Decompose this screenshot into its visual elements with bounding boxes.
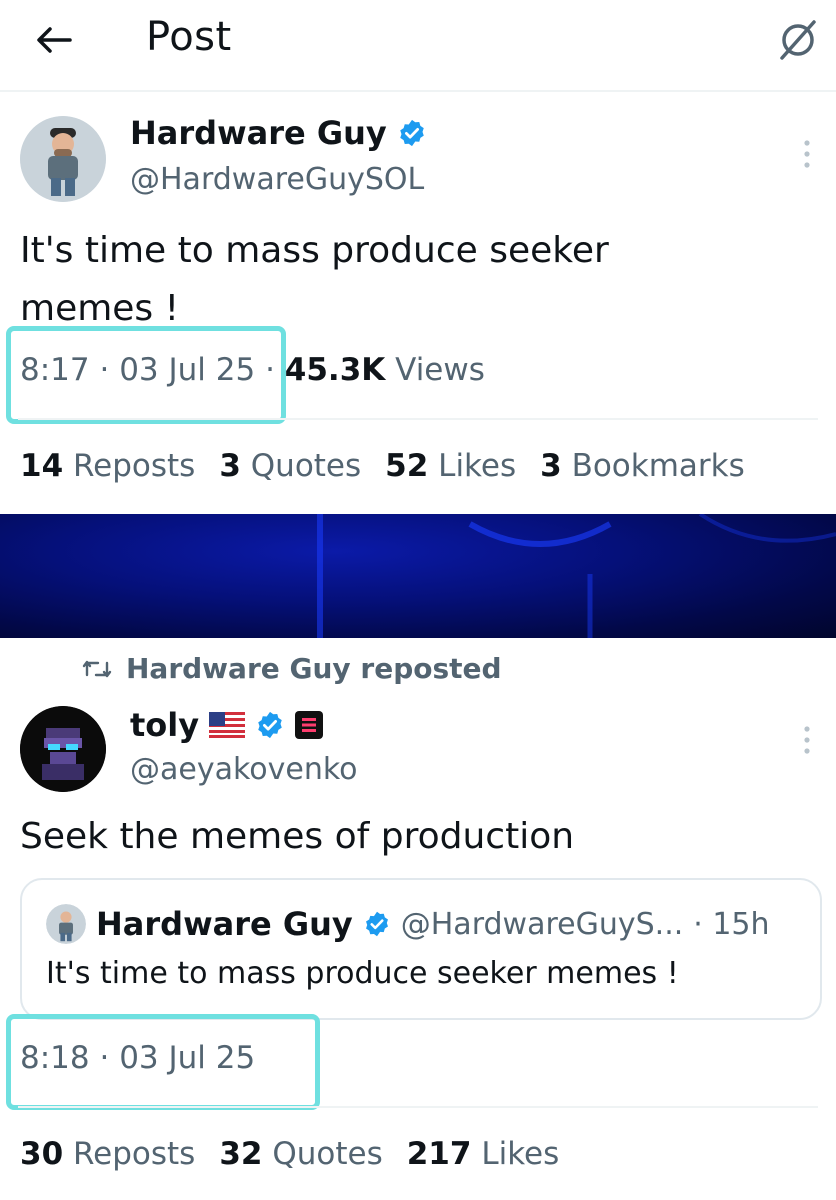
back-button[interactable] (30, 18, 78, 62)
reposts-stat[interactable]: 30 Reposts (20, 1136, 195, 1172)
quotes-stat[interactable]: 32 Quotes (219, 1136, 382, 1172)
more-vertical-icon (804, 726, 810, 754)
post-text-line-1: It's time to mass produce seeker (20, 230, 609, 271)
verified-badge-icon (258, 711, 282, 739)
quoted-post-age: · 15h (693, 906, 770, 942)
back-arrow-icon (37, 27, 72, 53)
decorative-banner-image (0, 514, 836, 638)
timestamp-highlight-box (6, 1014, 320, 1110)
page-title: Post (146, 14, 232, 60)
toly-name[interactable]: toly (130, 706, 199, 744)
views-count: 45.3K (284, 352, 386, 388)
quoted-post-header: Hardware Guy @HardwareGuyS... · 15h (46, 904, 770, 944)
quoted-post-text: It's time to mass produce seeker memes ! (46, 956, 679, 991)
divider (18, 418, 818, 420)
quoted-author-handle: @HardwareGuyS... (400, 906, 684, 942)
bookmarks-stat[interactable]: 3 Bookmarks (540, 448, 745, 484)
author-avatar[interactable] (20, 116, 106, 202)
views-label: Views (395, 352, 485, 388)
quotes-stat[interactable]: 3 Quotes (219, 448, 361, 484)
avatar-illustration (20, 116, 106, 202)
quoted-author-avatar (46, 904, 86, 944)
toly-avatar[interactable] (20, 706, 106, 792)
reposts-stat[interactable]: 14 Reposts (20, 448, 195, 484)
timestamp-highlight-box (6, 326, 286, 424)
repost-icon (82, 660, 112, 677)
repost-more-button[interactable] (792, 718, 822, 762)
toly-handle[interactable]: @aeyakovenko (130, 752, 358, 787)
top-bar: Post (0, 0, 836, 92)
post-more-button[interactable] (792, 132, 822, 176)
toly-name-row: toly (130, 706, 324, 744)
grok-icon (780, 20, 816, 60)
author-name-row: Hardware Guy (130, 114, 427, 152)
quoted-post-card[interactable]: Hardware Guy @HardwareGuyS... · 15h It's… (20, 878, 822, 1020)
likes-stat[interactable]: 217 Likes (407, 1136, 560, 1172)
post-detail-page: Post Hardware Guy @HardwareGuySOL It's t… (0, 0, 836, 1200)
banner-glow-shapes (317, 514, 836, 638)
author-handle[interactable]: @HardwareGuySOL (130, 162, 424, 197)
verified-badge-icon (400, 119, 424, 147)
solana-badge-icon (295, 711, 324, 739)
quoted-author-name: Hardware Guy (96, 905, 353, 943)
divider (18, 1106, 818, 1108)
author-name[interactable]: Hardware Guy (130, 114, 387, 152)
pixel-avatar-illustration (20, 706, 106, 792)
repost-label: Hardware Guy reposted (126, 652, 502, 685)
us-flag-icon (209, 712, 246, 738)
likes-stat[interactable]: 52 Likes (385, 448, 516, 484)
repost-indicator[interactable]: Hardware Guy reposted (82, 652, 502, 685)
more-vertical-icon (804, 140, 810, 168)
post-text: It's time to mass produce seeker memes ! (20, 222, 609, 338)
verified-badge-icon (365, 911, 388, 937)
grok-button[interactable] (770, 16, 826, 64)
repost-stats: 30 Reposts 32 Quotes 217 Likes (20, 1136, 559, 1172)
toly-post-text: Seek the memes of production (20, 816, 575, 857)
post-stats: 14 Reposts 3 Quotes 52 Likes 3 Bookmarks (20, 448, 745, 484)
